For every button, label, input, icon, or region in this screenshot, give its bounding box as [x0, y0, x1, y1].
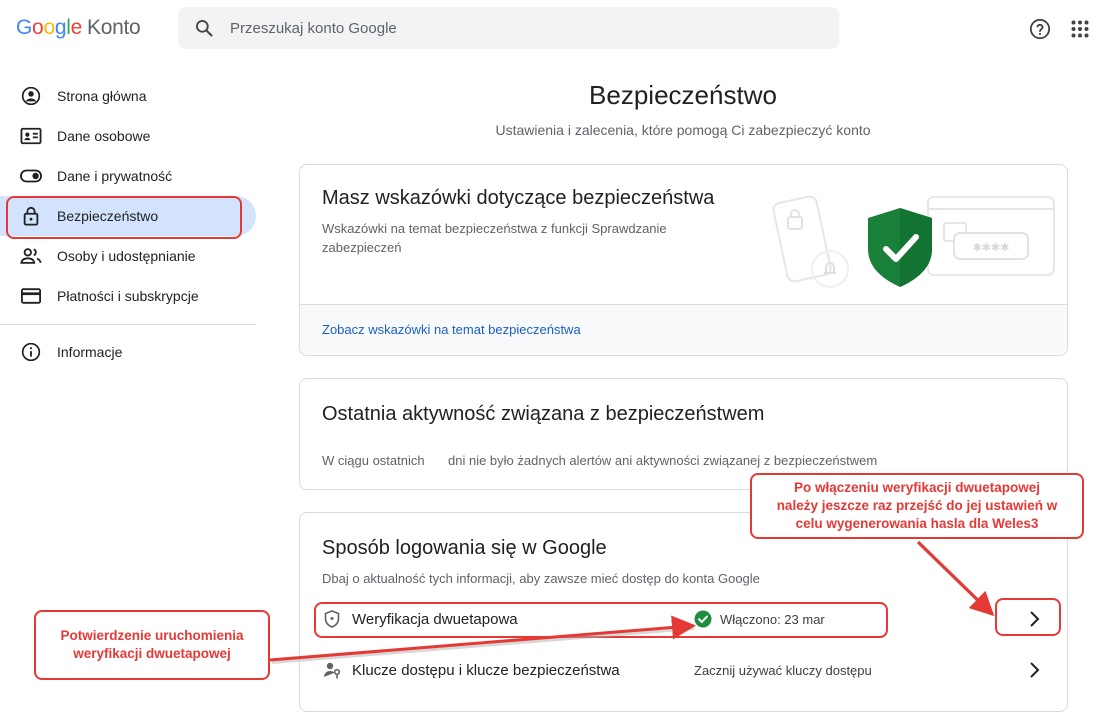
credit-card-icon [20, 285, 42, 307]
nav-item-data-privacy[interactable]: Dane i prywatność [0, 156, 256, 196]
people-icon [20, 245, 42, 267]
id-card-icon [20, 125, 42, 147]
security-tips-card-body: Masz wskazówki dotyczące bezpieczeństwa … [300, 165, 1067, 305]
logo-letter: e [70, 16, 83, 39]
annotation-note-app-password: Po włączeniu weryfikacji dwuetapowej nal… [750, 473, 1084, 539]
page-subtitle: Ustawienia i zalecenia, które pomogą Ci … [495, 122, 871, 138]
nav-item-home[interactable]: Strona główna [0, 76, 256, 116]
logo-letter: G [16, 16, 33, 39]
page-title: Bezpieczeństwo [589, 80, 777, 110]
logo-letter: o [32, 16, 44, 39]
logo-letter: o [43, 16, 55, 39]
logo-product-name: Konto [86, 16, 141, 39]
nav-divider [0, 324, 256, 325]
nav-item-people-sharing[interactable]: Osoby i udostępnianie [0, 236, 256, 276]
nav-item-label: Dane i prywatność [57, 168, 173, 184]
view-security-tips-link[interactable]: Zobacz wskazówki na temat bezpieczeństwa [322, 322, 581, 337]
signin-methods-title: Sposób logowania się w Google [322, 537, 607, 559]
annotation-highlight-two-step-row [314, 602, 888, 638]
annotation-right-line3: celu wygenerowania hasla dla Weles3 [795, 516, 1039, 531]
passkeys-label: Klucze dostępu i klucze bezpieczeństwa [352, 661, 620, 679]
logo-letter: g [54, 16, 67, 39]
annotation-highlight-security-nav [6, 196, 242, 239]
annotation-highlight-chevron [995, 598, 1061, 636]
nav-item-label: Informacje [57, 344, 123, 360]
google-account-logo[interactable]: Google Konto [16, 16, 141, 40]
toggle-icon [20, 165, 42, 187]
search-input[interactable] [230, 7, 810, 49]
signin-methods-desc: Dbaj o aktualność tych informacji, aby z… [322, 571, 760, 586]
security-shield-illustration: ✱✱✱✱ [772, 195, 1055, 288]
nav-item-label: Strona główna [57, 88, 147, 104]
top-bar: Google Konto [0, 0, 1100, 58]
security-tips-desc-line1: Wskazówki na temat bezpieczeństwa z funk… [322, 221, 667, 236]
chevron-right-icon[interactable] [1022, 658, 1046, 682]
recent-activity-text-end: dni nie było żadnych alertów ani aktywno… [448, 453, 878, 468]
passkeys-row[interactable]: Klucze dostępu i klucze bezpieczeństwa Z… [312, 644, 1057, 696]
security-tips-title: Masz wskazówki dotyczące bezpieczeństwa [322, 187, 715, 209]
nav-item-label: Dane osobowe [57, 128, 151, 144]
annotation-right-line2: należy jeszcze raz przejść do jej ustawi… [776, 498, 1058, 513]
recent-activity-title: Ostatnia aktywność związana z bezpieczeń… [322, 403, 765, 425]
nav-item-label: Płatności i subskrypcje [57, 288, 199, 304]
nav-item-personal-info[interactable]: Dane osobowe [0, 116, 256, 156]
help-icon[interactable] [1029, 18, 1051, 40]
nav-item-label: Osoby i udostępnianie [57, 248, 196, 264]
annotation-note-2fa-confirmed: Potwierdzenie uruchomienia weryfikacji d… [34, 610, 270, 680]
password-mask-text: ✱✱✱✱ [973, 241, 1010, 254]
search-box[interactable] [178, 7, 839, 49]
security-tips-card: Masz wskazówki dotyczące bezpieczeństwa … [299, 164, 1068, 356]
recent-activity-text-start: W ciągu ostatnich [322, 453, 425, 468]
annotation-left-line1: Potwierdzenie uruchomienia [60, 628, 244, 643]
account-circle-icon [20, 85, 42, 107]
passkey-icon [324, 662, 341, 679]
search-icon[interactable] [194, 18, 214, 38]
security-tips-desc-line2: zabezpieczeń [322, 240, 402, 255]
info-icon [20, 341, 42, 363]
nav-item-about[interactable]: Informacje [0, 332, 256, 372]
annotation-right-line1: Po włączeniu weryfikacji dwuetapowej [793, 480, 1041, 495]
apps-grid-icon[interactable] [1071, 20, 1089, 38]
annotation-left-line2: weryfikacji dwuetapowej [73, 646, 231, 661]
passkeys-status: Zacznij używać kluczy dostępu [694, 662, 872, 678]
nav-item-payments[interactable]: Płatności i subskrypcje [0, 276, 256, 316]
